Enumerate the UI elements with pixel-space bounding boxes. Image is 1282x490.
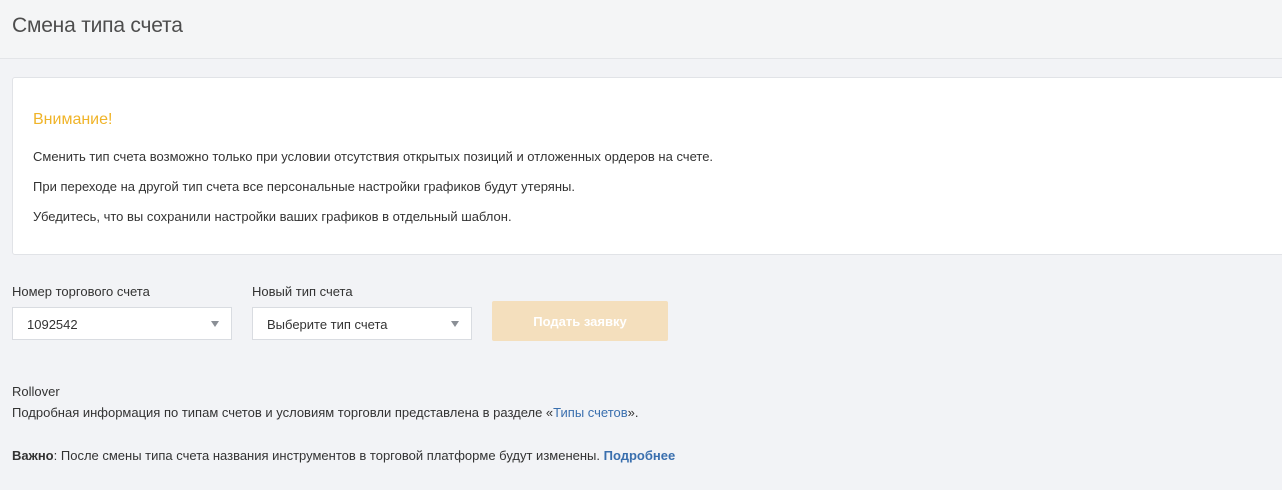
warning-box: Внимание! Сменить тип счета возможно тол… bbox=[12, 77, 1282, 255]
warning-line-settings-lost: При переходе на другой тип счета все пер… bbox=[33, 179, 575, 194]
account-number-select[interactable]: 1092542 bbox=[12, 307, 232, 340]
rollover-text: Rollover bbox=[12, 384, 60, 399]
chevron-down-icon bbox=[451, 321, 459, 327]
new-account-type-select[interactable]: Выберите тип счета bbox=[252, 307, 472, 340]
important-label: Важно bbox=[12, 448, 54, 463]
account-number-label: Номер торгового счета bbox=[12, 284, 150, 299]
important-text: : После смены типа счета названия инстру… bbox=[53, 448, 604, 463]
chevron-down-icon bbox=[211, 321, 219, 327]
warning-line-save-template: Убедитесь, что вы сохранили настройки ва… bbox=[33, 209, 512, 224]
account-types-info: Подробная информация по типам счетов и у… bbox=[12, 405, 639, 420]
account-types-link[interactable]: Типы счетов bbox=[553, 405, 628, 420]
account-types-info-suffix: ». bbox=[627, 405, 639, 420]
submit-request-button[interactable]: Подать заявку bbox=[492, 301, 668, 341]
more-details-link[interactable]: Подробнее bbox=[604, 448, 676, 463]
account-number-value: 1092542 bbox=[27, 317, 78, 332]
account-types-info-prefix: Подробная информация по типам счетов и у… bbox=[12, 405, 554, 420]
new-account-type-value: Выберите тип счета bbox=[267, 317, 388, 332]
warning-line-positions: Сменить тип счета возможно только при ус… bbox=[33, 149, 714, 164]
warning-title: Внимание! bbox=[33, 111, 113, 128]
important-note: Важно: После смены типа счета названия и… bbox=[12, 448, 675, 463]
page-header: Смена типа счета bbox=[0, 0, 1282, 59]
page-title: Смена типа счета bbox=[12, 14, 183, 37]
new-account-type-label: Новый тип счета bbox=[252, 284, 353, 299]
